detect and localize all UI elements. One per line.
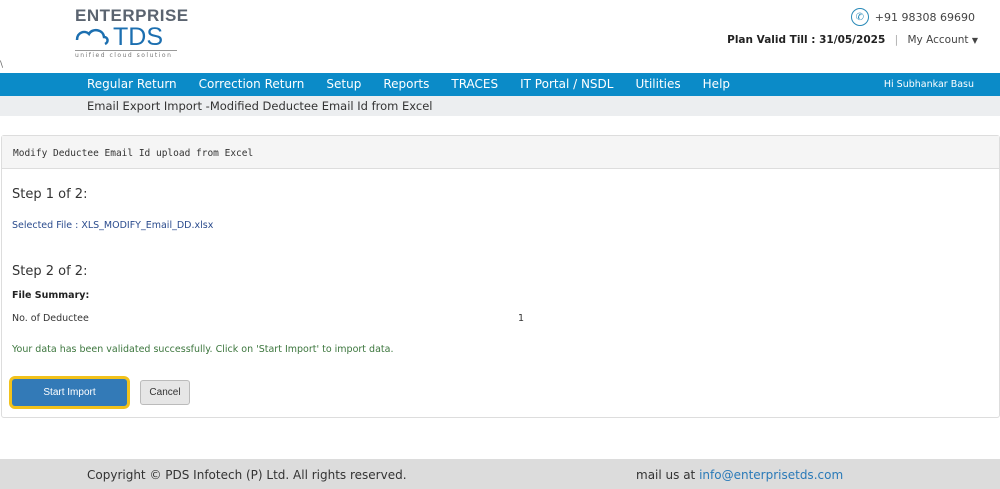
nav-traces[interactable]: TRACES [451,77,498,91]
nav-it-portal[interactable]: IT Portal / NSDL [520,77,613,91]
logo-line2: TDS [113,23,163,51]
mail-prefix: mail us at [636,468,700,482]
step2-heading: Step 2 of 2: [12,264,88,279]
my-account-label: My Account [907,34,969,46]
nav-utilities[interactable]: Utilities [635,77,680,91]
copyright: Copyright © PDS Infotech (P) Ltd. All ri… [87,468,407,482]
logo[interactable]: ENTERPRISE TDS unified cloud solution [75,6,188,59]
file-summary-label: File Summary: [12,290,90,301]
deductee-count-value: 1 [518,313,525,324]
plan-validity: Plan Valid Till : 31/05/2025 [727,34,886,46]
phone-number: +91 98308 69690 [874,10,975,24]
panel-title: Modify Deductee Email Id upload from Exc… [2,136,999,169]
step1-heading: Step 1 of 2: [12,187,88,202]
user-greeting: Hi Subhankar Basu [883,79,974,90]
nav-reports[interactable]: Reports [383,77,429,91]
phone-contact: ✆ +91 98308 69690 [850,8,975,26]
separator: | [894,34,899,46]
plan-info: Plan Valid Till : 31/05/2025 | My Accoun… [727,34,978,46]
main-nav: Regular Return Correction Return Setup R… [0,73,1000,96]
selected-file: Selected File : XLS_MODIFY_Email_DD.xlsx [12,220,214,231]
nav-regular-return[interactable]: Regular Return [87,77,177,91]
mail-info: mail us at info@enterprisetds.com [636,468,843,482]
nav-help[interactable]: Help [703,77,730,91]
caret-down-icon: ▼ [971,36,978,45]
phone-icon: ✆ [850,8,869,26]
start-import-button[interactable]: Start Import [12,379,127,406]
breadcrumb: Email Export Import -Modified Deductee E… [0,96,1000,116]
stray-mark: \ [0,60,4,70]
mail-link[interactable]: info@enterprisetds.com [699,468,843,482]
cancel-button[interactable]: Cancel [140,380,190,405]
nav-correction-return[interactable]: Correction Return [199,77,305,91]
success-message: Your data has been validated successfull… [12,344,394,355]
nav-setup[interactable]: Setup [326,77,361,91]
logo-tagline: unified cloud solution [75,50,177,59]
deductee-count-label: No. of Deductee [12,313,89,324]
footer: Copyright © PDS Infotech (P) Ltd. All ri… [0,459,1000,489]
my-account-menu[interactable]: My Account ▼ [907,34,978,46]
cloud-icon [75,28,109,46]
upload-panel: Modify Deductee Email Id upload from Exc… [1,135,1000,418]
